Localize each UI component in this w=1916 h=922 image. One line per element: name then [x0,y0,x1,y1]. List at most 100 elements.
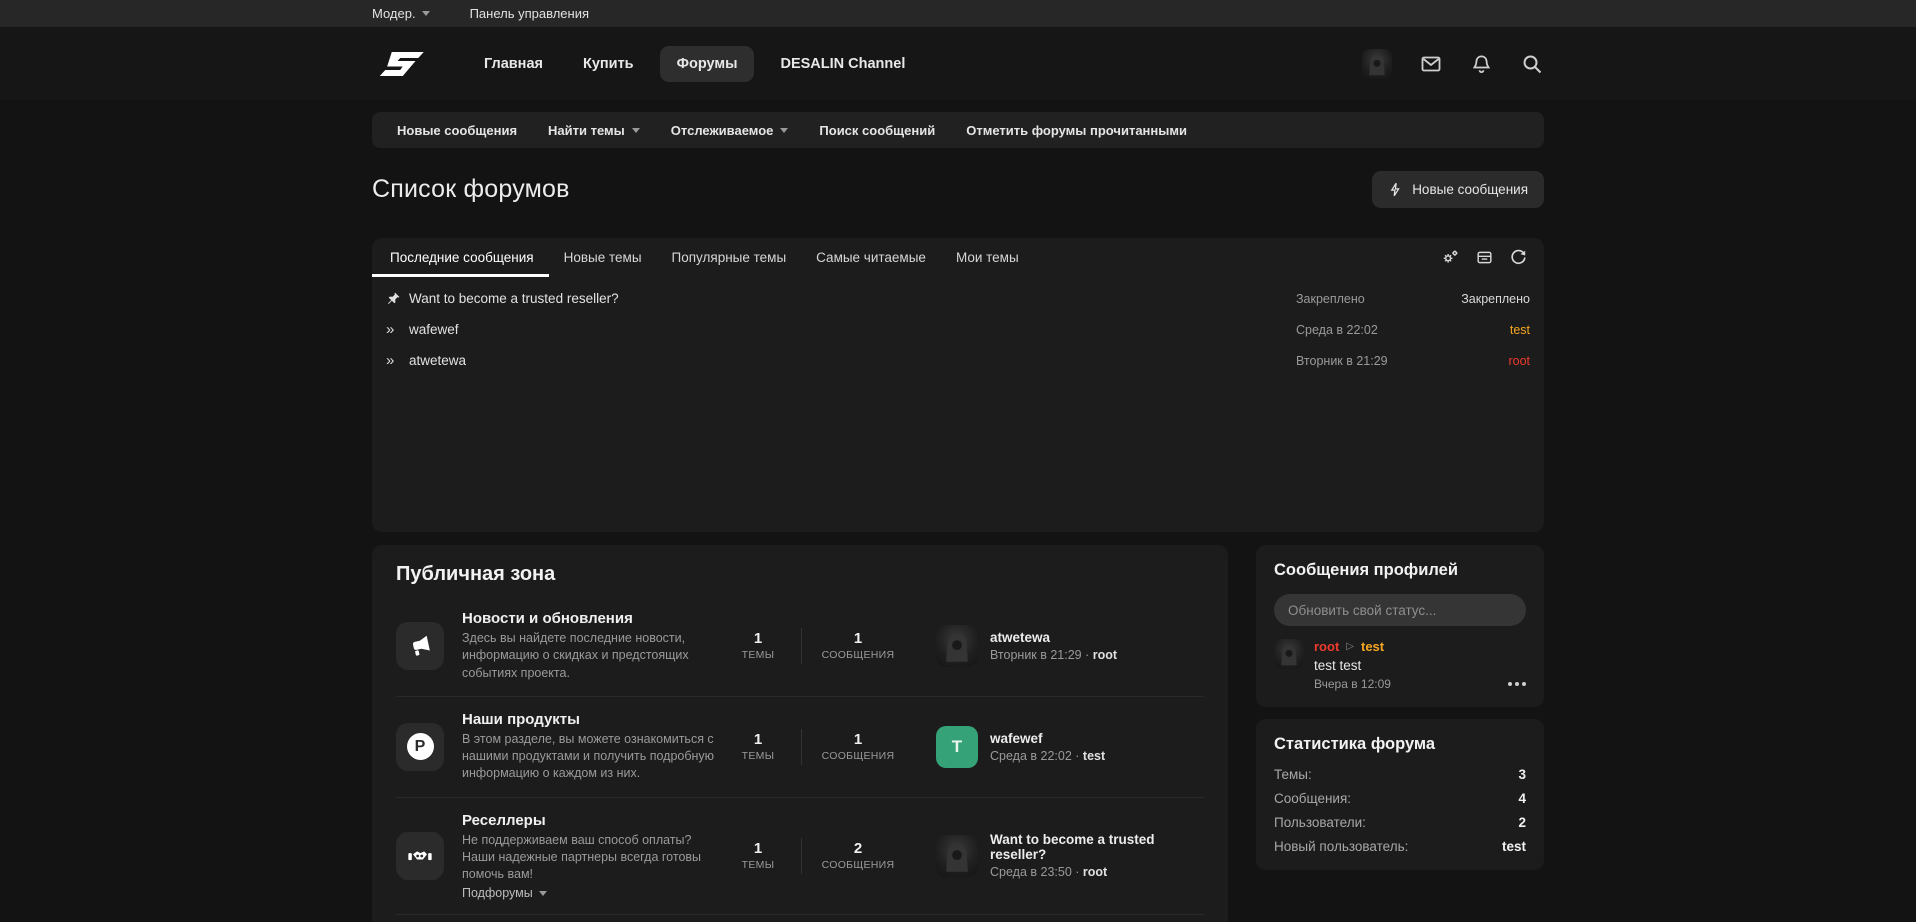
node-last-post: Want to become a trusted reseller? Среда… [936,832,1204,879]
tab-actions [1441,248,1528,267]
node-title[interactable]: Новости и обновления [462,610,715,627]
user-avatar[interactable] [1362,49,1392,79]
caret-down-icon [539,891,547,896]
main-nav: Главная Купить Форумы DESALIN Channel [470,46,919,82]
messages-label: СООБЩЕНИЯ [802,859,914,871]
brand-logo[interactable] [372,47,424,81]
stat-value[interactable]: test [1502,839,1526,854]
latest-posts-panel: Последние сообщения Новые темы Популярны… [372,238,1544,532]
handshake-icon[interactable] [396,832,444,880]
last-post-title[interactable]: atwetewa [990,630,1117,645]
profile-post-author[interactable]: root [1314,639,1339,654]
logo-icon [372,47,424,81]
nav-buy[interactable]: Купить [569,47,648,81]
forum-node-media: Медиа [396,914,1204,922]
nav-forums[interactable]: Форумы [660,46,755,82]
thread-title[interactable]: Want to become a trusted reseller? [409,291,619,306]
node-description: Не поддерживаем ваш способ оплаты? Наши … [462,832,715,884]
threads-label: ТЕМЫ [715,750,801,762]
thread-title[interactable]: wafewef [409,322,459,337]
mail-icon [1419,52,1443,76]
nav-home[interactable]: Главная [470,47,557,81]
forum-subnav: Новые сообщения Найти темы Отслеживаемое… [372,112,1544,148]
forum-node-resellers: Реселлеры Не поддерживаем ваш способ опл… [396,797,1204,915]
last-post-avatar[interactable]: T [936,726,978,768]
alerts-button[interactable] [1470,52,1493,76]
node-description: Здесь вы найдете последние новости, инфо… [462,630,715,682]
refresh-button[interactable] [1509,248,1528,267]
widget-settings-button[interactable] [1441,248,1460,267]
subnav-watched[interactable]: Отслеживаемое [671,123,789,138]
posts-tabs: Последние сообщения Новые темы Популярны… [372,238,1544,277]
subnav-find-threads[interactable]: Найти темы [548,123,640,138]
category-title[interactable]: Публичная зона [396,563,1204,586]
separator: · [1085,648,1089,662]
subnav-mark-read[interactable]: Отметить форумы прочитанными [966,123,1187,138]
p-circle-icon[interactable]: P [396,723,444,771]
thread-title[interactable]: atwetewa [409,353,466,368]
thread-user[interactable]: Закреплено [1461,292,1530,306]
last-post-meta: Вторник в 21:29 · root [990,648,1117,662]
node-title[interactable]: Реселлеры [462,812,715,829]
last-post-author[interactable]: root [1083,865,1107,879]
subnav-new-posts[interactable]: Новые сообщения [397,123,517,138]
tab-new-threads[interactable]: Новые темы [549,238,657,277]
node-text: Новости и обновления Здесь вы найдете по… [462,610,715,682]
last-post-avatar[interactable] [936,625,978,667]
last-post-date[interactable]: Вторник в 21:29 [990,648,1082,662]
separator: · [1075,749,1079,763]
messages-label: СООБЩЕНИЯ [802,750,914,762]
thread-date[interactable]: Вторник в 21:29 [1296,354,1388,368]
last-post-meta: Среда в 22:02 · test [990,749,1105,763]
stat-row-messages: Сообщения: 4 [1274,791,1526,806]
sidebar: Сообщения профилей root ▷ test [1256,545,1544,870]
subnav-mark-read-label: Отметить форумы прочитанными [966,123,1187,138]
profile-posts-title: Сообщения профилей [1274,561,1526,580]
compact-view-button[interactable] [1475,248,1494,267]
title-row: Список форумов Новые сообщения [372,164,1544,214]
subnav-search-posts[interactable]: Поиск сообщений [819,123,935,138]
messages-count: 1 [802,731,914,748]
last-post-title[interactable]: wafewef [990,731,1105,746]
forum-node-news: Новости и обновления Здесь вы найдете по… [396,596,1204,696]
last-post-date[interactable]: Среда в 22:02 [990,749,1072,763]
last-post-title[interactable]: Want to become a trusted reseller? [990,832,1204,862]
new-posts-button[interactable]: Новые сообщения [1372,171,1544,208]
megaphone-icon[interactable] [396,622,444,670]
profile-post-content[interactable]: test test [1314,658,1526,673]
thread-user[interactable]: root [1508,354,1530,368]
arrow-right-icon: ▷ [1346,641,1354,652]
profile-post-target[interactable]: test [1361,639,1384,654]
last-post-meta: Среда в 23:50 · root [990,865,1204,879]
last-post-author[interactable]: root [1093,648,1117,662]
subforums-toggle[interactable]: Подфорумы [462,886,715,900]
profile-post-date[interactable]: Вчера в 12:09 [1314,677,1391,691]
profile-post-avatar[interactable] [1274,639,1304,669]
hooded-figure-avatar [1274,639,1304,669]
status-input[interactable] [1274,594,1526,626]
moderator-menu[interactable]: Модер. [372,6,430,21]
tab-popular-threads[interactable]: Популярные темы [657,238,802,277]
subforums-label: Подфорумы [462,886,533,900]
admin-panel-link[interactable]: Панель управления [470,6,589,21]
last-post-date[interactable]: Среда в 23:50 [990,865,1072,879]
thread-user[interactable]: test [1510,323,1530,337]
nav-desalin-channel[interactable]: DESALIN Channel [766,47,919,81]
caret-down-icon [422,11,430,16]
last-post-avatar[interactable] [936,835,978,877]
stat-value: 4 [1518,791,1526,806]
node-text: Наши продукты В этом разделе, вы можете … [462,711,715,783]
card-box-icon [1475,248,1494,267]
stat-value: 3 [1518,767,1526,782]
node-stats: 1 ТЕМЫ 2 СООБЩЕНИЯ [715,838,914,874]
thread-date[interactable]: Среда в 22:02 [1296,323,1378,337]
tab-most-read[interactable]: Самые читаемые [801,238,941,277]
inbox-button[interactable] [1419,52,1443,76]
last-post-author[interactable]: test [1083,749,1105,763]
node-title[interactable]: Наши продукты [462,711,715,728]
tab-my-threads[interactable]: Мои темы [941,238,1034,277]
tab-latest-posts[interactable]: Последние сообщения [372,238,549,277]
ellipsis-menu-icon[interactable] [1508,679,1526,689]
search-button[interactable] [1520,52,1544,76]
threads-stat: 1 ТЕМЫ [715,731,801,762]
